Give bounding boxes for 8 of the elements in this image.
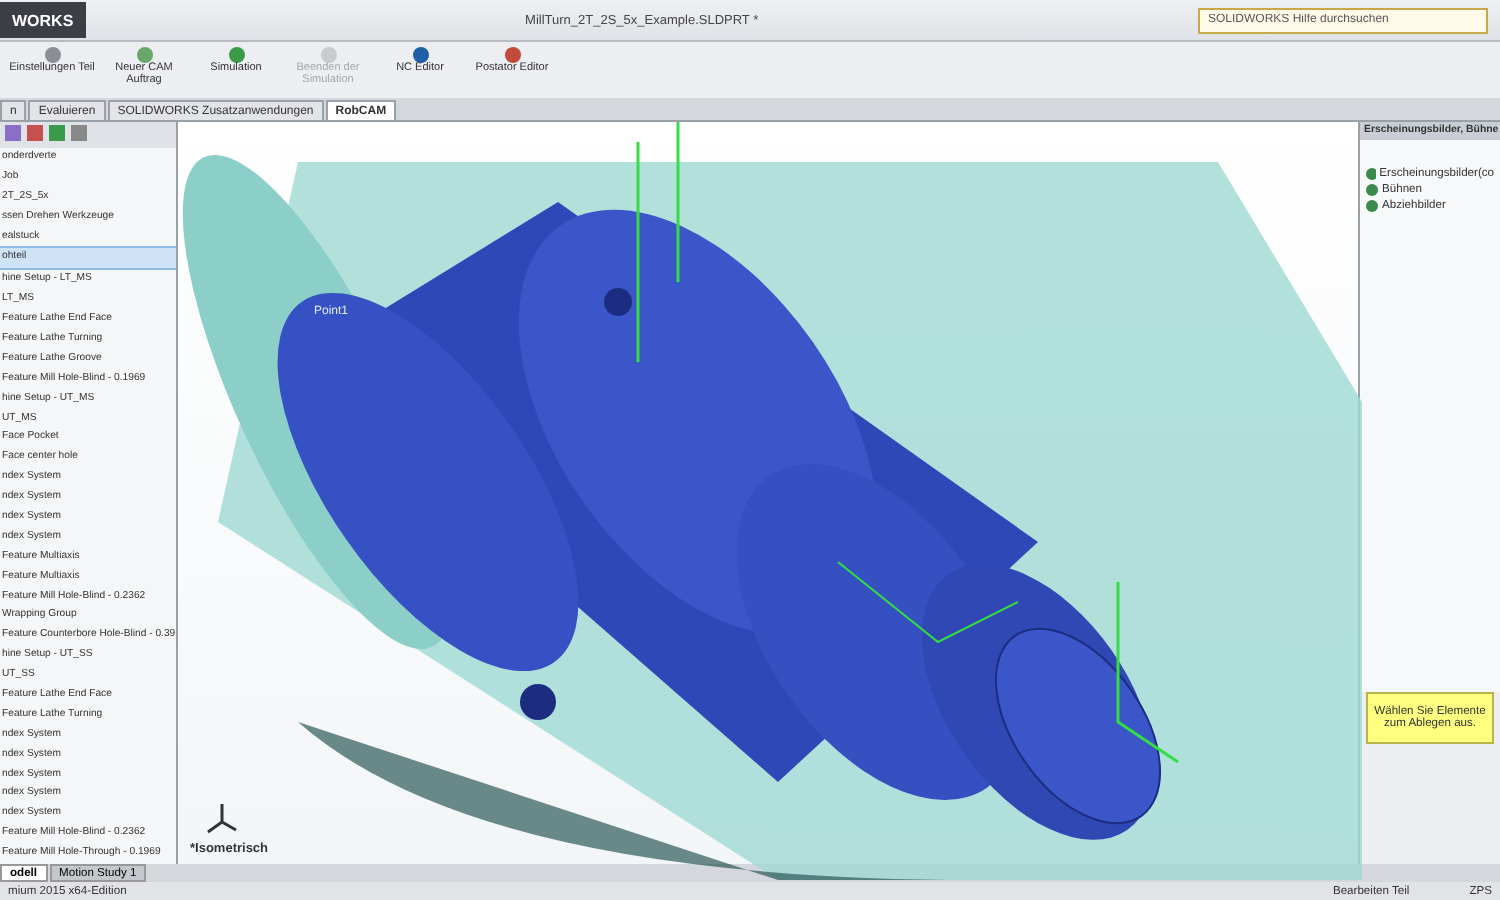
tool-icon <box>227 46 245 64</box>
tool-icon <box>135 46 153 64</box>
app-logo: WORKS <box>0 2 86 38</box>
tool-icon <box>43 46 61 64</box>
tool-icon <box>411 46 429 64</box>
tool-icon <box>319 46 337 64</box>
axis-triad-icon <box>202 800 242 836</box>
tool-icon <box>503 46 521 64</box>
